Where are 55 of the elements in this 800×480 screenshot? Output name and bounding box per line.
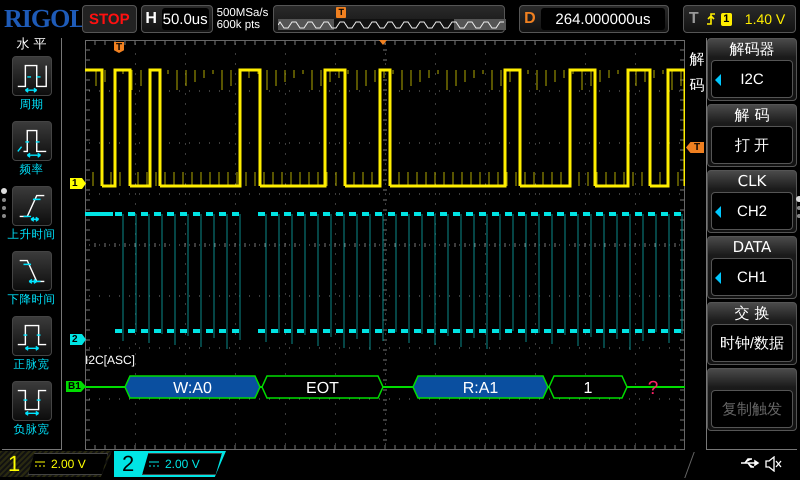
softkey-title: 交 换 — [734, 303, 770, 323]
trigger-control[interactable]: T 1 1.40 V — [682, 5, 796, 33]
channel-tab[interactable]: 2 2.00 V — [114, 451, 226, 477]
packet-label: 1 — [584, 380, 592, 397]
measure-label: 负脉宽 — [14, 421, 50, 438]
trigger-source: 1 — [720, 12, 732, 26]
measure-button[interactable] — [12, 251, 52, 291]
position-marker-icon — [379, 40, 387, 45]
measure-label: 上升时间 — [8, 226, 56, 243]
dc-coupling-icon — [149, 461, 159, 467]
menu-title: 水 平 — [16, 38, 47, 52]
channel-scale: 2.00 V — [28, 453, 108, 475]
measure-label: 下降时间 — [8, 291, 56, 308]
softkey-button[interactable]: I2C — [711, 60, 793, 98]
softkey-title: CLK — [738, 171, 766, 191]
measure-button[interactable] — [12, 381, 52, 421]
measure-button[interactable] — [12, 186, 52, 226]
trigger-level: 1.40 V — [744, 11, 786, 27]
channel-marker[interactable]: 2 — [70, 334, 86, 345]
softkey-button[interactable]: CH1 — [711, 258, 793, 296]
delay-control[interactable]: D 264.000000us — [518, 5, 669, 33]
rising-edge-icon — [706, 12, 716, 26]
channel-number: 1 — [8, 451, 22, 477]
packet-label: EOT — [306, 380, 339, 397]
trigger-level-marker[interactable]: T — [686, 142, 704, 153]
measure-button[interactable] — [12, 121, 52, 161]
measure-label: 周期 — [20, 96, 44, 113]
trigger-marker: T — [114, 42, 124, 53]
speaker-muted-icon — [764, 456, 782, 472]
softkey-title: 解码器 — [730, 39, 774, 59]
measure-label: 正脉宽 — [14, 356, 50, 373]
softkey-button[interactable]: 打 开 — [711, 126, 793, 164]
channel-marker[interactable]: B1 — [66, 381, 86, 392]
memory-depth: 600k pts — [216, 19, 262, 31]
softkey-button[interactable]: 时钟/数据 — [711, 324, 793, 362]
run-stop-button[interactable]: STOP — [82, 5, 137, 33]
trigger-position-marker: T — [336, 7, 346, 18]
measure-label: 频率 — [20, 161, 44, 178]
channel-number: 2 — [122, 451, 136, 477]
bus-label: I2C[ASC] — [85, 353, 136, 367]
side-label: 解码 — [688, 49, 706, 96]
channel-tab[interactable]: 1 2.00 V — [0, 451, 112, 477]
packet-label: W:A0 — [173, 380, 212, 397]
packet-label: R:A1 — [462, 380, 498, 397]
channel-scale: 2.00 V — [142, 453, 222, 475]
measure-button[interactable] — [12, 316, 52, 356]
timebase-control[interactable]: H 50.0us — [140, 5, 213, 33]
measure-button[interactable] — [12, 56, 52, 96]
usb-icon — [740, 456, 760, 470]
softkey-title: DATA — [732, 237, 772, 257]
softkey-title: 解 码 — [734, 105, 770, 125]
softkey-button[interactable]: CH2 — [711, 192, 793, 230]
channel-marker[interactable]: 1 — [70, 178, 86, 189]
dc-coupling-icon — [35, 461, 45, 467]
sample-rate: 500MSa/s — [216, 7, 270, 19]
